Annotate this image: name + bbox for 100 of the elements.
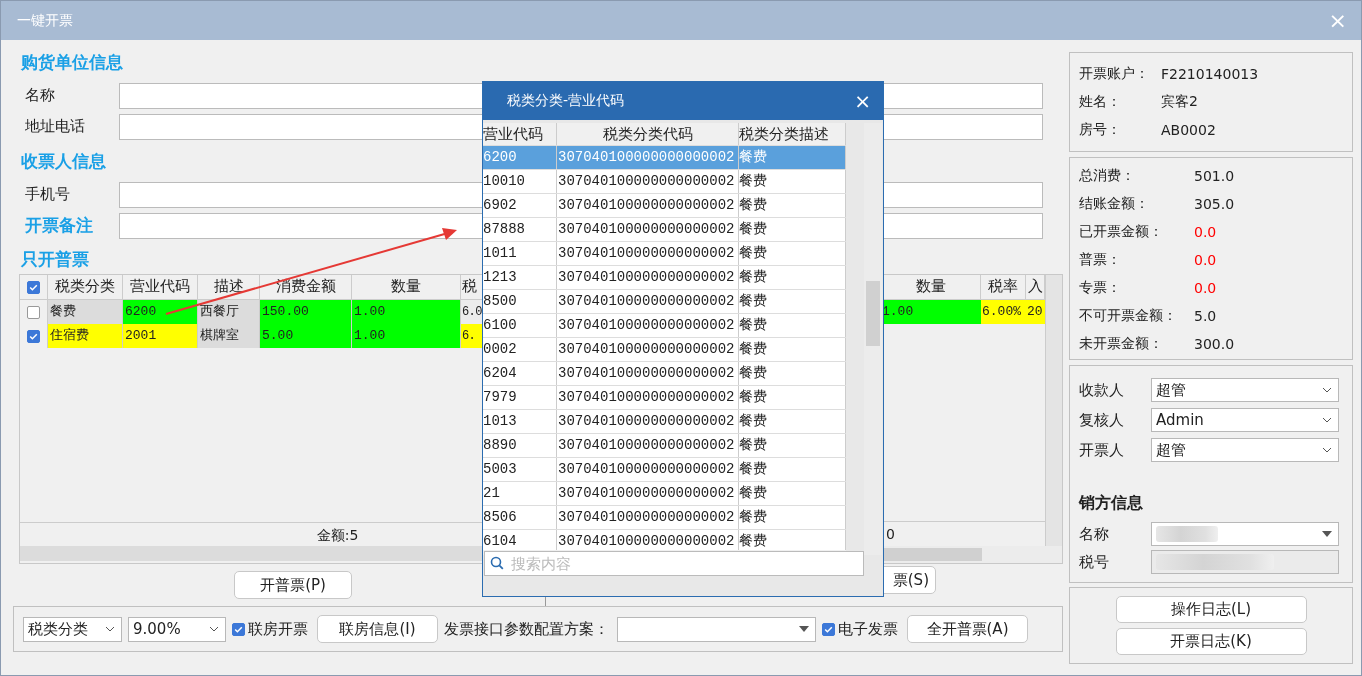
table-cell: 餐费 <box>739 338 846 361</box>
info-label: 未开票金额： <box>1079 335 1164 353</box>
info-label: 房号： <box>1079 121 1122 139</box>
table-cell: 21 <box>483 482 557 505</box>
table-cell: 餐费 <box>739 314 846 337</box>
table-cell: 餐费 <box>739 218 846 241</box>
scheme-label: 发票接口参数配置方案： <box>444 619 609 639</box>
table-cell: 1011 <box>483 242 557 265</box>
section-heading: 只开普票 <box>21 248 89 271</box>
amount-value: 0.0 <box>1194 252 1217 268</box>
table-cell: 307040100000000000002 <box>557 506 739 529</box>
amount-value: 300.0 <box>1194 336 1235 352</box>
table-cell: 307040100000000000002 <box>557 218 739 241</box>
table-cell: 7979 <box>483 386 557 409</box>
table-cell: 餐费 <box>739 386 846 409</box>
checkbox-label: 电子发票 <box>838 619 898 639</box>
table-cell: 8890 <box>483 434 557 457</box>
table-cell: 10010 <box>483 170 557 193</box>
table-cell: 1013 <box>483 410 557 433</box>
field-label: 名称 <box>25 86 56 105</box>
info-label: 普票： <box>1079 251 1122 269</box>
table-cell: 6100 <box>483 314 557 337</box>
field-label: 税号 <box>1079 552 1110 572</box>
info-label: 结账金额： <box>1079 195 1150 213</box>
field-label: 名称 <box>1079 524 1110 544</box>
table-cell: 307040100000000000002 <box>557 386 739 409</box>
table-cell: 餐费 <box>739 266 846 289</box>
table-cell: 8500 <box>483 290 557 313</box>
info-label: 姓名： <box>1079 93 1122 111</box>
table-cell: 307040100000000000002 <box>557 410 739 433</box>
table-cell: 307040100000000000002 <box>557 290 739 313</box>
field-label: 复核人 <box>1079 410 1125 430</box>
table-cell: 1.00 <box>352 300 461 324</box>
table-cell: 307040100000000000002 <box>557 242 739 265</box>
amount-value: 501.0 <box>1194 168 1235 184</box>
table-cell: 307040100000000000002 <box>557 362 739 385</box>
table-cell: 307040100000000000002 <box>557 194 739 217</box>
table-cell: 餐费 <box>739 242 846 265</box>
field-label: 收款人 <box>1079 380 1125 400</box>
total-text: 0 <box>886 526 895 542</box>
table-cell: 0002 <box>483 338 557 361</box>
table-cell: 2001 <box>123 324 198 348</box>
info-label: 专票： <box>1079 279 1122 297</box>
window-title: 一键开票 <box>17 11 73 30</box>
table-cell: 餐费 <box>739 434 846 457</box>
table-cell: 307040100000000000002 <box>557 314 739 337</box>
total-text: 金额:5 <box>316 527 359 543</box>
table-cell: 餐费 <box>739 146 846 169</box>
table-cell: 150.00 <box>260 300 352 324</box>
section-heading: 收票人信息 <box>21 150 106 173</box>
table-cell: 6902 <box>483 194 557 217</box>
table-cell: 餐费 <box>739 482 846 505</box>
table-cell: 餐费 <box>48 300 123 324</box>
table-cell: 307040100000000000002 <box>557 266 739 289</box>
table-cell: 西餐厅 <box>198 300 260 324</box>
amount-value: 0.0 <box>1194 280 1217 296</box>
table-cell: 棋牌室 <box>198 324 260 348</box>
section-heading: 销方信息 <box>1079 493 1144 514</box>
info-value: F2210140013 <box>1161 66 1259 82</box>
table-cell: 餐费 <box>739 194 846 217</box>
table-cell: 餐费 <box>739 458 846 481</box>
field-label: 手机号 <box>25 185 71 204</box>
table-cell: 8506 <box>483 506 557 529</box>
table-cell: 6204 <box>483 362 557 385</box>
table-cell: 307040100000000000002 <box>557 458 739 481</box>
table-cell: 1.00 <box>352 324 461 348</box>
table-cell: 1213 <box>483 266 557 289</box>
table-cell: 5003 <box>483 458 557 481</box>
table-cell: 餐费 <box>739 290 846 313</box>
table-cell: 307040100000000000002 <box>557 146 739 169</box>
table-cell: 6200 <box>483 146 557 169</box>
amount-value: 0.0 <box>1194 224 1217 240</box>
checkbox-label: 联房开票 <box>248 619 308 639</box>
info-label: 总消费： <box>1079 167 1136 185</box>
info-value: 宾客2 <box>1161 93 1198 111</box>
table-cell: 307040100000000000002 <box>557 434 739 457</box>
table-cell: 餐费 <box>739 506 846 529</box>
table-cell: 307040100000000000002 <box>557 170 739 193</box>
amount-value: 5.0 <box>1194 308 1217 324</box>
field-label: 开票人 <box>1079 440 1125 460</box>
info-label: 不可开票金额： <box>1079 307 1178 325</box>
table-cell: 6200 <box>123 300 198 324</box>
table-cell: 20 <box>1026 300 1045 324</box>
info-value: AB0002 <box>1161 122 1216 138</box>
table-cell: 6.00% <box>981 300 1026 324</box>
table-cell: 餐费 <box>739 362 846 385</box>
table-cell: 5.00 <box>260 324 352 348</box>
table-cell: 餐费 <box>739 410 846 433</box>
table-cell: 307040100000000000002 <box>557 482 739 505</box>
field-label: 开票备注 <box>25 214 94 237</box>
table-cell: 87888 <box>483 218 557 241</box>
amount-value: 305.0 <box>1194 196 1235 212</box>
info-label: 开票账户： <box>1079 65 1150 83</box>
table-cell: 1.00 <box>881 300 981 324</box>
table-cell: 307040100000000000002 <box>557 338 739 361</box>
dialog-title: 税类分类-营业代码 <box>507 92 625 110</box>
section-heading: 购货单位信息 <box>21 51 123 74</box>
table-cell: 餐费 <box>739 170 846 193</box>
field-label: 地址电话 <box>25 117 86 136</box>
table-cell: 住宿费 <box>48 324 123 348</box>
